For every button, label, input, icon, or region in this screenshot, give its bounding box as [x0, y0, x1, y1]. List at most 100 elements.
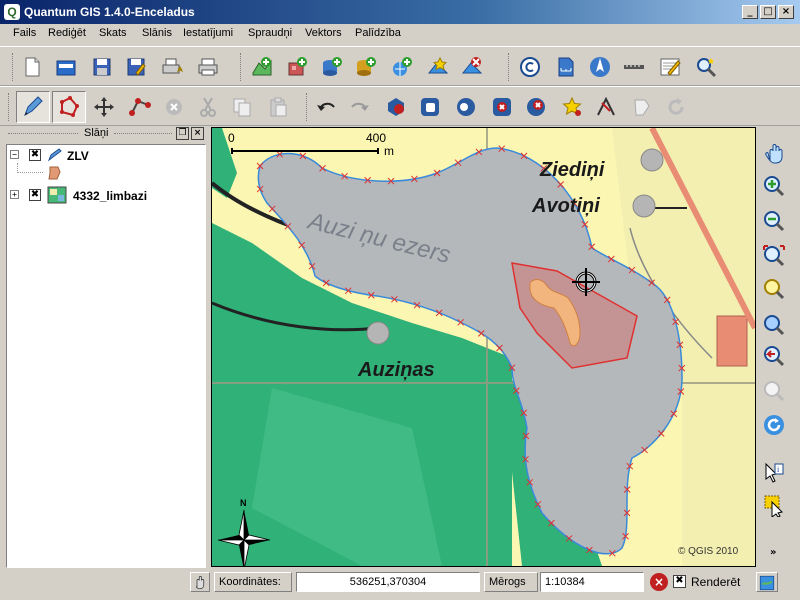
float-panel-button[interactable]: ❐ [176, 127, 189, 140]
menu-skats[interactable]: Skats [99, 27, 127, 39]
paste-features-icon[interactable] [266, 95, 290, 119]
refresh-icon[interactable] [762, 413, 786, 437]
reshape-features-icon[interactable] [560, 95, 584, 119]
layer-visibility-checkbox[interactable]: ✖ [29, 189, 41, 201]
copyright-label-icon[interactable] [518, 55, 542, 79]
toolbar-grip[interactable] [508, 53, 511, 81]
zoom-in-icon[interactable] [762, 174, 786, 198]
toolbar-grip[interactable] [12, 53, 15, 81]
delete-part-icon[interactable] [524, 95, 548, 119]
delete-selected-icon[interactable] [162, 95, 186, 119]
copy-features-icon[interactable] [230, 95, 254, 119]
pan-icon[interactable] [762, 141, 786, 165]
projection-icon[interactable] [756, 572, 778, 592]
more-chevron-icon[interactable]: » [770, 547, 776, 558]
status-bar: Koordinātes: 536251,370304 Mērogs 1:1038… [0, 570, 800, 596]
zoom-out-icon[interactable] [762, 209, 786, 233]
layers-tree[interactable]: − ✖ ZLV + ✖ 4332_limbazi [6, 144, 206, 568]
raster-layer-icon [47, 186, 67, 207]
measure-line-icon[interactable] [622, 55, 646, 79]
menu-slanis[interactable]: Slānis [142, 27, 172, 39]
zoom-layer-icon[interactable] [762, 277, 786, 301]
menu-fails[interactable]: Fails [13, 27, 36, 39]
capture-polygon-icon[interactable] [52, 91, 86, 123]
place-marker [632, 194, 656, 218]
identify-features-icon[interactable] [694, 55, 718, 79]
select-features-icon[interactable] [762, 493, 786, 517]
zoom-full-icon[interactable] [762, 244, 786, 268]
undo-icon[interactable] [314, 95, 338, 119]
menu-vektors[interactable]: Vektors [305, 27, 342, 39]
place-marker [640, 148, 664, 172]
map-canvas[interactable]: Auzi ņu ezers Ziediņi Avotiņi Auziņas 0 … [211, 127, 756, 567]
identify-icon[interactable]: i [762, 461, 786, 485]
toggle-editing-icon[interactable] [16, 91, 50, 123]
place-label: Avotiņi [531, 195, 600, 217]
cut-features-icon[interactable] [196, 95, 220, 119]
menu-palidziba[interactable]: Palīdzība [355, 27, 401, 39]
scale-field[interactable]: 1:10384 [540, 572, 644, 592]
open-project-icon[interactable] [54, 55, 78, 79]
move-feature-icon[interactable] [92, 95, 116, 119]
menu-rediget[interactable]: Rediģēt [48, 27, 86, 39]
expand-toggle[interactable]: − [10, 150, 19, 159]
close-panel-button[interactable]: × [191, 127, 204, 140]
redo-icon[interactable] [348, 95, 372, 119]
layer-visibility-checkbox[interactable]: ✖ [29, 149, 41, 161]
zoom-next-icon[interactable] [762, 379, 786, 403]
remove-layer-icon[interactable] [460, 55, 484, 79]
add-raster-layer-icon[interactable] [286, 55, 310, 79]
simplify-feature-icon[interactable] [384, 95, 408, 119]
add-vector-layer-icon[interactable] [250, 55, 274, 79]
annotation-icon[interactable] [658, 55, 682, 79]
toolbar-grip[interactable] [8, 93, 11, 121]
split-features-icon[interactable] [594, 95, 618, 119]
scale-bar-icon[interactable] [554, 55, 578, 79]
add-ring-icon[interactable] [418, 95, 442, 119]
toolbar-grip[interactable] [306, 93, 309, 121]
close-button[interactable]: × [778, 5, 794, 19]
merge-features-icon[interactable] [630, 95, 654, 119]
layer-item-4332-limbazi[interactable]: + ✖ 4332_limbazi [7, 186, 203, 207]
qgis-window: Q Quantum GIS 1.4.0-Enceladus _ □ × Fail… [0, 0, 800, 600]
new-vector-layer-icon[interactable] [426, 55, 450, 79]
map-navigation-toolbar: i » [758, 127, 798, 568]
zoom-last-icon[interactable] [762, 344, 786, 368]
delete-ring-icon[interactable] [490, 95, 514, 119]
north-arrow-icon[interactable] [588, 55, 612, 79]
toolbar-grip[interactable] [240, 53, 243, 81]
map-copyright: © QGIS 2010 [678, 546, 739, 557]
menu-spraudni[interactable]: Spraudņi [248, 27, 292, 39]
render-label: Renderēt [691, 575, 741, 589]
print-composer-icon[interactable] [160, 55, 184, 79]
expand-toggle[interactable]: + [10, 190, 19, 199]
polygon-symbol-icon [47, 166, 61, 183]
menu-iestatijumi[interactable]: Iestatījumi [183, 27, 233, 39]
render-checkbox[interactable]: ✖ [673, 575, 686, 588]
place-label: Ziediņi [539, 159, 605, 181]
qgis-logo-icon: Q [4, 4, 20, 20]
minimize-button[interactable]: _ [742, 5, 758, 19]
scale-bar-start: 0 [228, 131, 235, 145]
zoom-selection-icon[interactable] [762, 313, 786, 337]
maximize-button[interactable]: □ [760, 5, 776, 19]
place-marker [366, 321, 390, 345]
stop-render-icon[interactable] [190, 572, 210, 592]
place-label: Auziņas [357, 359, 435, 381]
scale-label: Mērogs [484, 572, 538, 592]
scale-bar-unit: m [384, 144, 394, 158]
add-wms-layer-icon[interactable] [390, 55, 414, 79]
rotate-icon[interactable] [664, 95, 688, 119]
new-project-icon[interactable] [20, 55, 44, 79]
save-project-icon[interactable] [90, 55, 114, 79]
add-spatialite-layer-icon[interactable] [354, 55, 378, 79]
stop-rendering-button[interactable]: × [650, 573, 668, 591]
save-as-icon[interactable] [124, 55, 148, 79]
editing-pencil-icon [47, 148, 63, 165]
coordinates-field[interactable]: 536251,370304 [296, 572, 480, 592]
node-tool-icon[interactable] [128, 95, 152, 119]
file-toolbar [0, 46, 800, 86]
add-postgis-layer-icon[interactable] [320, 55, 344, 79]
add-island-icon[interactable] [454, 95, 478, 119]
print-icon[interactable] [196, 55, 220, 79]
